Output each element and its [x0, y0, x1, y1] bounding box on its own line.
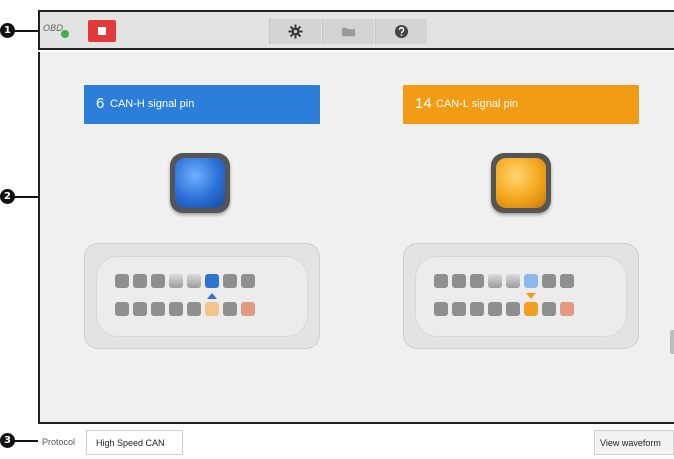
help-icon — [394, 24, 409, 39]
connector-pin — [151, 274, 165, 288]
folder-icon — [341, 27, 356, 37]
connector-pin-highlighted — [205, 274, 219, 288]
connector-pin — [470, 274, 484, 288]
can-l-signal-button[interactable] — [491, 153, 551, 213]
screen: 1 2 3 OBD 6 CAN-H signal pin 14 CAN-L si… — [0, 0, 674, 459]
callout-number: 3 — [0, 433, 15, 448]
can-h-pin-label: CAN-H signal pin — [110, 98, 195, 110]
view-waveform-button[interactable]: View waveform — [594, 430, 674, 455]
can-h-signal-button[interactable] — [170, 153, 230, 213]
can-h-pin-number: 6 — [96, 95, 105, 112]
help-button[interactable] — [375, 19, 427, 44]
connector-pin — [560, 274, 574, 288]
connector-pin — [133, 302, 147, 316]
connector-pin — [169, 274, 183, 288]
connector-pin — [452, 302, 466, 316]
connector-face — [96, 256, 308, 337]
connector-pin — [506, 302, 520, 316]
connector-pin — [133, 274, 147, 288]
callout-line — [14, 196, 40, 198]
connector-pin — [241, 274, 255, 288]
top-toolbar: OBD — [38, 10, 674, 50]
stop-button[interactable] — [88, 20, 116, 42]
signal-pin-panel: 6 CAN-H signal pin 14 CAN-L signal pin — [38, 52, 674, 424]
callout-number: 1 — [0, 23, 15, 38]
callout-line — [14, 30, 40, 32]
bottom-toolbar: Protocol High Speed CAN View waveform — [38, 426, 674, 459]
connector-pin — [542, 302, 556, 316]
connector-pin-paired — [524, 274, 538, 288]
gear-icon — [288, 24, 303, 39]
connector-pin — [223, 274, 237, 288]
connector-pin — [542, 274, 556, 288]
connector-pin — [560, 302, 574, 316]
connector-pin-highlighted — [524, 302, 538, 316]
connector-pin — [115, 274, 129, 288]
can-h-pin-banner: 6 CAN-H signal pin — [84, 85, 320, 124]
callout-line — [14, 440, 40, 442]
can-l-obd-connector-diagram — [403, 243, 639, 349]
can-l-pin-label: CAN-L signal pin — [436, 98, 519, 110]
can-l-signal-indicator — [496, 158, 546, 208]
connector-pin — [169, 302, 183, 316]
protocol-label: Protocol — [42, 437, 76, 447]
side-drawer-handle[interactable] — [670, 330, 674, 354]
active-pin-marker — [207, 293, 217, 299]
can-l-pin-banner: 14 CAN-L signal pin — [403, 85, 639, 124]
connector-pin — [434, 274, 448, 288]
connector-pin — [488, 274, 502, 288]
active-pin-marker — [526, 293, 536, 299]
connector-pin — [151, 302, 165, 316]
files-button[interactable] — [322, 19, 374, 44]
can-l-pin-number: 14 — [415, 95, 432, 112]
connector-pin — [506, 274, 520, 288]
connector-pin — [452, 274, 466, 288]
connector-pin — [241, 302, 255, 316]
settings-button[interactable] — [269, 19, 321, 44]
connector-pin-paired — [205, 302, 219, 316]
connector-pin — [223, 302, 237, 316]
stop-icon — [98, 27, 106, 35]
connector-pin — [470, 302, 484, 316]
can-h-obd-connector-diagram — [84, 243, 320, 349]
connection-status-icon — [61, 30, 69, 38]
connector-pin — [488, 302, 502, 316]
connector-pin — [115, 302, 129, 316]
connector-face — [415, 256, 627, 337]
connector-pin — [434, 302, 448, 316]
can-h-signal-indicator — [175, 158, 225, 208]
protocol-selector[interactable]: High Speed CAN — [86, 430, 183, 455]
connector-pin — [187, 274, 201, 288]
callout-number: 2 — [0, 189, 15, 204]
connector-pin — [187, 302, 201, 316]
